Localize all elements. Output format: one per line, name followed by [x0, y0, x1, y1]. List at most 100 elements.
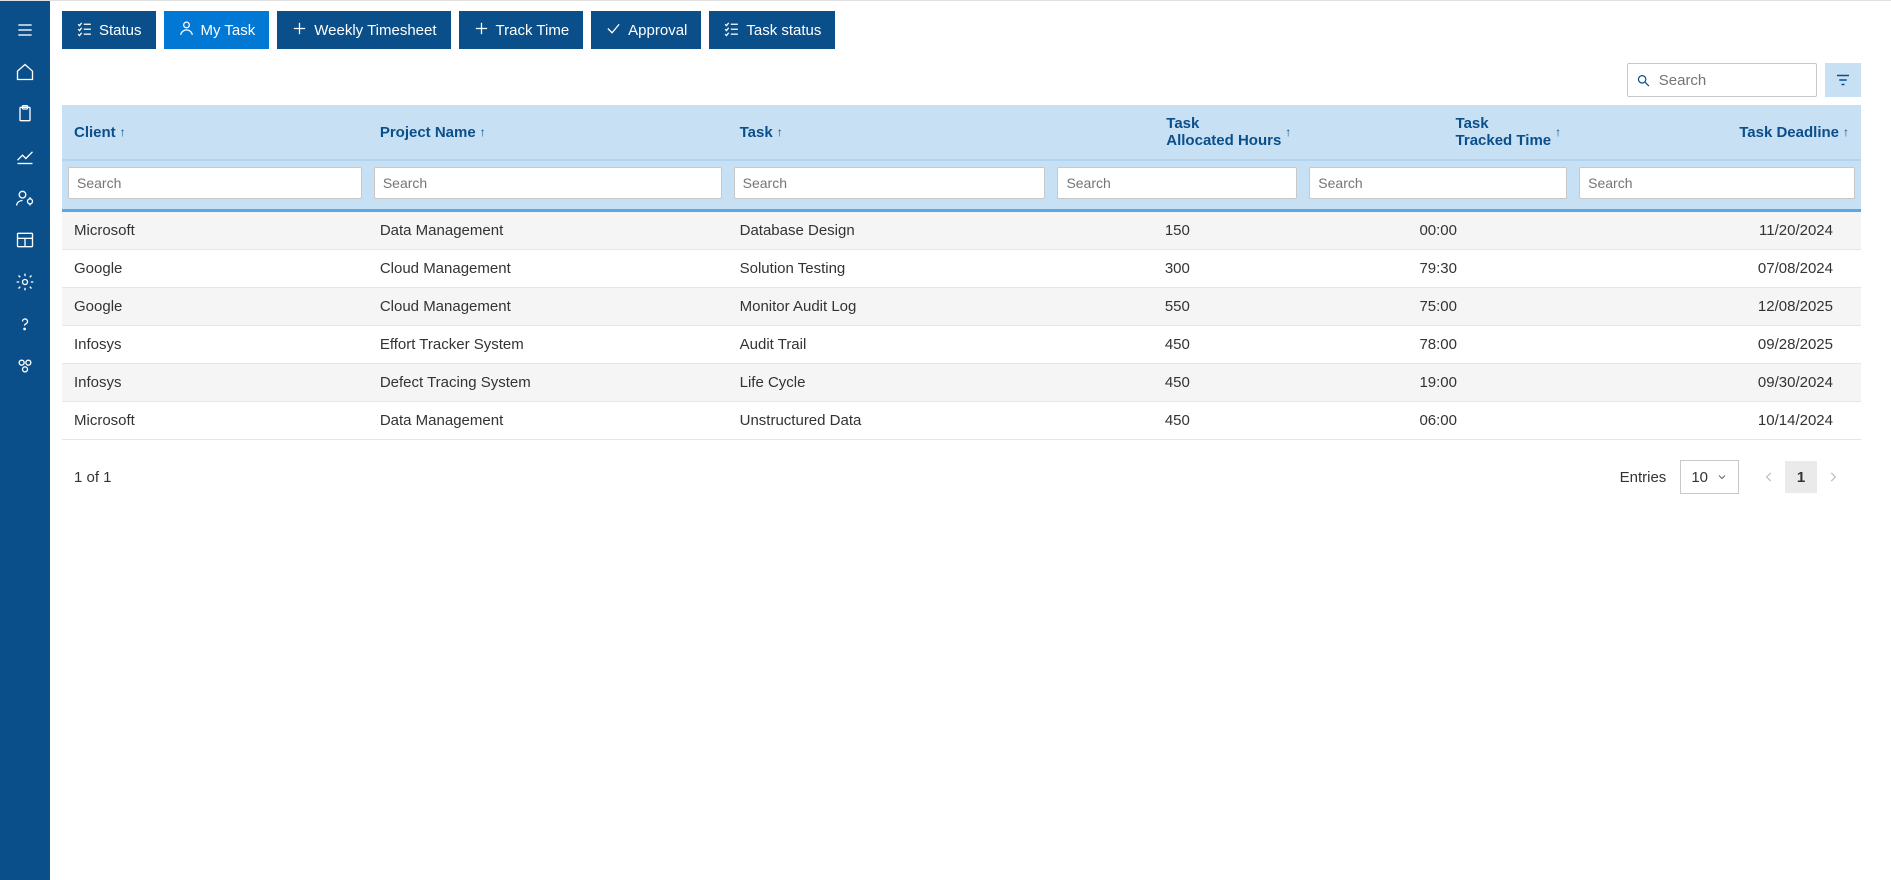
nav-settings[interactable]: [0, 261, 50, 303]
cell-project: Data Management: [368, 211, 728, 250]
cell-client: Microsoft: [62, 402, 368, 440]
table-footer: 1 of 1 Entries 10 1: [62, 440, 1861, 514]
search-row: [62, 63, 1861, 97]
nav-help[interactable]: [0, 303, 50, 345]
cell-tracked: 19:00: [1303, 364, 1573, 402]
global-search-input[interactable]: [1659, 72, 1808, 89]
global-search[interactable]: [1627, 63, 1817, 97]
entries-select[interactable]: 10: [1680, 460, 1739, 494]
tab-label: My Task: [201, 22, 256, 39]
nav-users[interactable]: [0, 177, 50, 219]
cell-deadline: 11/20/2024: [1573, 211, 1861, 250]
cell-deadline: 07/08/2024: [1573, 250, 1861, 288]
tab-my-task[interactable]: My Task: [164, 11, 270, 49]
table-row[interactable]: InfosysEffort Tracker SystemAudit Trail4…: [62, 326, 1861, 364]
hamburger-icon: [15, 20, 35, 40]
entries-label: Entries: [1620, 469, 1667, 486]
user-gear-icon: [15, 188, 35, 208]
cell-project: Effort Tracker System: [368, 326, 728, 364]
nav-analytics[interactable]: [0, 135, 50, 177]
sort-asc-icon: ↑: [1285, 125, 1291, 139]
tab-label: Track Time: [496, 22, 570, 39]
tab-label: Approval: [628, 22, 687, 39]
col-search-client[interactable]: [68, 167, 362, 199]
nav-clipboard[interactable]: [0, 93, 50, 135]
chart-line-icon: [15, 146, 35, 166]
plus-icon: [473, 20, 490, 41]
cell-client: Microsoft: [62, 211, 368, 250]
tab-track-time[interactable]: Track Time: [459, 11, 584, 49]
page-prev[interactable]: [1753, 461, 1785, 493]
top-tabs: Status My Task Weekly Timesheet Track Time A…: [62, 11, 1861, 49]
person-icon: [178, 20, 195, 41]
col-header-deadline[interactable]: Task Deadline ↑: [1573, 105, 1861, 160]
table-row[interactable]: GoogleCloud ManagementSolution Testing30…: [62, 250, 1861, 288]
menu-toggle[interactable]: [0, 9, 50, 51]
cell-deadline: 09/28/2025: [1573, 326, 1861, 364]
plus-icon: [291, 20, 308, 41]
col-header-label: Task Tracked Time: [1456, 115, 1552, 149]
sort-asc-icon: ↑: [777, 125, 783, 139]
pager: Entries 10 1: [1620, 460, 1849, 494]
main-content: Status My Task Weekly Timesheet Track Time A…: [50, 1, 1891, 880]
search-icon: [1636, 72, 1651, 89]
col-header-task[interactable]: Task↑: [728, 105, 1052, 160]
tab-task-status[interactable]: Task status: [709, 11, 835, 49]
col-header-label: Task Deadline: [1739, 124, 1839, 141]
sidebar: [0, 1, 50, 880]
col-search-deadline[interactable]: [1579, 167, 1855, 199]
cell-alloc: 550: [1051, 288, 1303, 326]
nav-apps[interactable]: [0, 345, 50, 387]
sort-asc-icon: ↑: [1843, 125, 1849, 139]
filter-button[interactable]: [1825, 63, 1861, 97]
table-row[interactable]: InfosysDefect Tracing SystemLife Cycle45…: [62, 364, 1861, 402]
cell-project: Cloud Management: [368, 250, 728, 288]
col-header-label: Client: [74, 124, 116, 141]
gear-icon: [15, 272, 35, 292]
cell-client: Google: [62, 288, 368, 326]
cell-project: Cloud Management: [368, 288, 728, 326]
sort-asc-icon: ↑: [480, 125, 486, 139]
col-header-project[interactable]: Project Name↑: [368, 105, 728, 160]
col-search-tracked[interactable]: [1309, 167, 1567, 199]
clipboard-icon: [15, 104, 35, 124]
cell-deadline: 10/14/2024: [1573, 402, 1861, 440]
tab-approval[interactable]: Approval: [591, 11, 701, 49]
table-row[interactable]: MicrosoftData ManagementDatabase Design1…: [62, 211, 1861, 250]
col-header-alloc[interactable]: Task Allocated Hours↑: [1051, 105, 1303, 160]
checklist-icon: [76, 20, 93, 41]
table-row[interactable]: GoogleCloud ManagementMonitor Audit Log5…: [62, 288, 1861, 326]
cell-task: Solution Testing: [728, 250, 1052, 288]
tab-label: Weekly Timesheet: [314, 22, 436, 39]
filter-icon: [1834, 71, 1852, 89]
chevron-down-icon: [1716, 471, 1728, 483]
table-row[interactable]: MicrosoftData ManagementUnstructured Dat…: [62, 402, 1861, 440]
cell-alloc: 300: [1051, 250, 1303, 288]
cell-tracked: 06:00: [1303, 402, 1573, 440]
cell-deadline: 09/30/2024: [1573, 364, 1861, 402]
cell-alloc: 150: [1051, 211, 1303, 250]
tab-status[interactable]: Status: [62, 11, 156, 49]
nav-home[interactable]: [0, 51, 50, 93]
layout-icon: [15, 230, 35, 250]
tab-weekly-timesheet[interactable]: Weekly Timesheet: [277, 11, 450, 49]
col-header-client[interactable]: Client↑: [62, 105, 368, 160]
cell-alloc: 450: [1051, 364, 1303, 402]
nav-layout[interactable]: [0, 219, 50, 261]
cell-alloc: 450: [1051, 402, 1303, 440]
col-search-alloc[interactable]: [1057, 167, 1297, 199]
page-next[interactable]: [1817, 461, 1849, 493]
task-table: Client↑Project Name↑Task↑Task Allocated …: [62, 105, 1861, 440]
home-icon: [15, 62, 35, 82]
cell-task: Monitor Audit Log: [728, 288, 1052, 326]
col-header-tracked[interactable]: Task Tracked Time↑: [1303, 105, 1573, 160]
check-icon: [605, 20, 622, 41]
col-search-task[interactable]: [734, 167, 1046, 199]
cell-task: Life Cycle: [728, 364, 1052, 402]
checklist-icon: [723, 20, 740, 41]
cell-client: Google: [62, 250, 368, 288]
page-info: 1 of 1: [74, 469, 112, 486]
entries-value: 10: [1691, 469, 1708, 486]
page-number-current[interactable]: 1: [1785, 461, 1817, 493]
col-search-project[interactable]: [374, 167, 722, 199]
